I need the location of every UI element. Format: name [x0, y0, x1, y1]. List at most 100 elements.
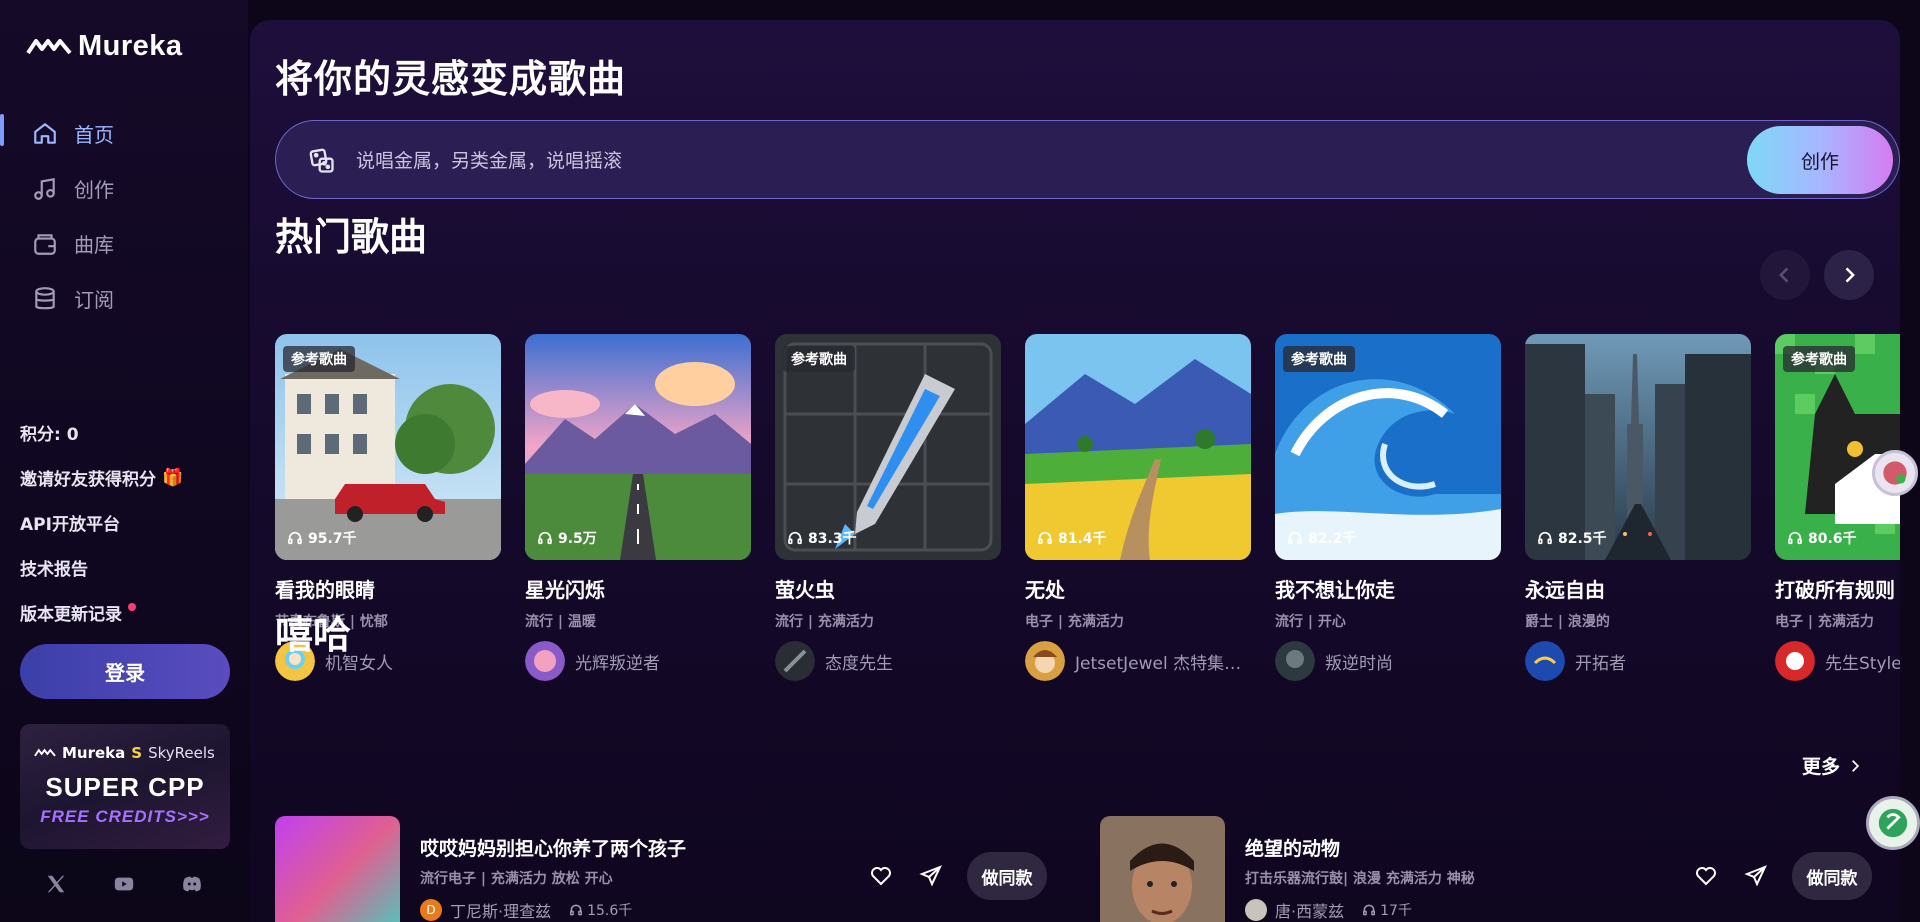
carousel-next-button[interactable] — [1824, 250, 1874, 300]
list-item[interactable]: 哎哎妈妈别担心你养了两个孩子 流行电子 | 充满活力 放松 开心 D 丁尼斯·理… — [275, 816, 1047, 922]
cover-image — [525, 334, 751, 560]
song-artist[interactable]: 叛逆时尚 — [1275, 641, 1501, 681]
song-title[interactable]: 我不想让你走 — [1275, 574, 1501, 603]
song-title[interactable]: 打破所有规则 — [1775, 574, 1900, 603]
heart-icon[interactable] — [1692, 862, 1720, 890]
song-card[interactable]: 参考歌曲 83.3千 萤火虫 流行 | 充满活力 态度先生 — [775, 334, 1001, 681]
assistant-float-icon[interactable] — [1872, 450, 1918, 496]
x-twitter-icon[interactable] — [44, 872, 68, 896]
chevron-right-icon — [1852, 759, 1860, 772]
prompt-input[interactable] — [356, 143, 1356, 179]
hot-songs-title: 热门歌曲 — [275, 215, 428, 259]
headphones-icon — [788, 531, 802, 545]
song-title[interactable]: 看我的眼睛 — [275, 574, 501, 603]
nav-item-subscribe[interactable]: 订阅 — [0, 271, 248, 326]
reference-badge: 参考歌曲 — [283, 346, 355, 372]
library-icon — [34, 233, 56, 255]
song-thumbnail[interactable] — [1100, 816, 1225, 922]
play-count: 17千 — [1362, 900, 1412, 920]
dice-icon[interactable] — [308, 147, 336, 175]
make-same-button[interactable]: 做同款 — [967, 852, 1047, 900]
notification-dot — [128, 602, 136, 611]
song-thumbnail[interactable] — [275, 816, 400, 922]
nav-label: 创作 — [74, 178, 114, 202]
headphones-icon — [538, 531, 552, 545]
home-icon — [34, 122, 56, 144]
play-count: 82.2千 — [1287, 528, 1357, 548]
nav-item-home[interactable]: 首页 — [0, 106, 248, 161]
social-links — [44, 872, 204, 896]
hero-title: 将你的灵感变成歌曲 — [275, 57, 627, 101]
avatar — [1245, 899, 1267, 921]
song-artist[interactable]: JetsetJewel 杰特集… — [1025, 641, 1251, 681]
headphones-icon — [1288, 531, 1302, 545]
heart-icon[interactable] — [867, 862, 895, 890]
song-cover[interactable]: 参考歌曲 83.3千 — [775, 334, 1001, 560]
song-tags: 打击乐器流行鼓| 浪漫 充满活力 神秘 — [1245, 871, 1475, 887]
changelog-link[interactable]: 版本更新记录 — [20, 590, 183, 635]
song-artist[interactable]: 开拓者 — [1525, 641, 1751, 681]
discord-icon[interactable] — [180, 872, 204, 896]
nav-label: 曲库 — [74, 233, 114, 257]
song-artist[interactable]: 先生Style — [1775, 641, 1900, 681]
list-item[interactable]: 绝望的动物 打击乐器流行鼓| 浪漫 充满活力 神秘 唐·西蒙兹 17千 做同款 — [1100, 816, 1872, 922]
logo[interactable]: Mureka — [26, 30, 183, 63]
share-icon[interactable] — [917, 862, 945, 890]
invite-link[interactable]: 邀请好友获得积分 🎁 — [20, 455, 183, 500]
play-count-text: 82.2千 — [1308, 531, 1357, 547]
song-tags: 流行 | 温暖 — [525, 614, 596, 630]
nav-item-create[interactable]: 创作 — [0, 161, 248, 216]
song-title[interactable]: 绝望的动物 — [1245, 834, 1340, 861]
artist-name[interactable]: 唐·西蒙兹 — [1275, 898, 1344, 922]
main-content: 将你的灵感变成歌曲 创作 热门歌曲 — [250, 20, 1900, 922]
song-cover[interactable]: 9.5万 — [525, 334, 751, 560]
artist-name: 态度先生 — [825, 653, 893, 674]
artist-name: 开拓者 — [1575, 653, 1626, 674]
api-link[interactable]: API开放平台 — [20, 500, 183, 545]
avatar — [1775, 641, 1815, 681]
song-cover[interactable]: 参考歌曲 82.2千 — [1275, 334, 1501, 560]
hiphop-title: 嘻哈 — [275, 613, 352, 657]
song-card[interactable]: 81.4千 无处 电子 | 充满活力 JetsetJewel 杰特集… — [1025, 334, 1251, 681]
song-cover[interactable]: 参考歌曲 80.6千 — [1775, 334, 1900, 560]
song-tags: 流行 | 开心 — [1275, 614, 1346, 630]
promo-brand-a: Mureka — [62, 744, 126, 762]
song-title[interactable]: 永远自由 — [1525, 574, 1751, 603]
song-title[interactable]: 星光闪烁 — [525, 574, 751, 603]
create-button[interactable]: 创作 — [1747, 126, 1893, 194]
song-cover[interactable]: 81.4千 — [1025, 334, 1251, 560]
song-card[interactable]: 参考歌曲 82.2千 我不想让你走 流行 | 开心 叛逆时尚 — [1275, 334, 1501, 681]
song-artist[interactable]: 态度先生 — [775, 641, 1001, 681]
chat-float-icon[interactable] — [1866, 796, 1920, 850]
nav-item-library[interactable]: 曲库 — [0, 216, 248, 271]
song-title[interactable]: 萤火虫 — [775, 574, 1001, 603]
song-card[interactable]: 参考歌曲 80.6千 打破所有规则 电子 | 充满活力 先生Style — [1775, 334, 1900, 681]
song-title[interactable]: 无处 — [1025, 574, 1251, 603]
tech-report-link[interactable]: 技术报告 — [20, 545, 183, 590]
avatar — [525, 641, 565, 681]
avatar — [1275, 641, 1315, 681]
artist-name[interactable]: 丁尼斯·理查兹 — [450, 898, 551, 922]
login-button[interactable]: 登录 — [20, 644, 230, 699]
hot-songs-carousel: 参考歌曲 95.7千 看我的眼睛 节奏布鲁斯 | 忧郁 机智女人 9.5万 星光… — [275, 334, 1900, 714]
song-artist[interactable]: 光辉叛逆者 — [525, 641, 751, 681]
promo-banner[interactable]: Mureka S SkyReels SUPER CPP FREE CREDITS… — [20, 724, 230, 849]
assistant-icon — [1883, 461, 1907, 485]
song-cover[interactable]: 参考歌曲 95.7千 — [275, 334, 501, 560]
headphones-icon — [288, 531, 302, 545]
side-links: 积分: 0 邀请好友获得积分 🎁 API开放平台 技术报告 版本更新记录 — [20, 410, 183, 635]
youtube-icon[interactable] — [112, 872, 136, 896]
song-card[interactable]: 82.5千 永远自由 爵士 | 浪漫的 开拓者 — [1525, 334, 1751, 681]
play-count: 9.5万 — [537, 528, 597, 548]
sidebar: Mureka 首页 创作 曲库 订阅 积分: 0 邀请好友获得积分 🎁 API开放… — [0, 0, 248, 922]
share-icon[interactable] — [1742, 862, 1770, 890]
song-cover[interactable]: 82.5千 — [1525, 334, 1751, 560]
carousel-prev-button[interactable] — [1760, 250, 1810, 300]
mureka-logo-icon — [34, 748, 56, 757]
play-count-text: 83.3千 — [808, 531, 857, 547]
song-title[interactable]: 哎哎妈妈别担心你养了两个孩子 — [420, 834, 686, 861]
make-same-button[interactable]: 做同款 — [1792, 852, 1872, 900]
reference-badge: 参考歌曲 — [1783, 346, 1855, 372]
song-card[interactable]: 9.5万 星光闪烁 流行 | 温暖 光辉叛逆者 — [525, 334, 751, 681]
more-link[interactable]: 更多 — [1802, 752, 1862, 779]
